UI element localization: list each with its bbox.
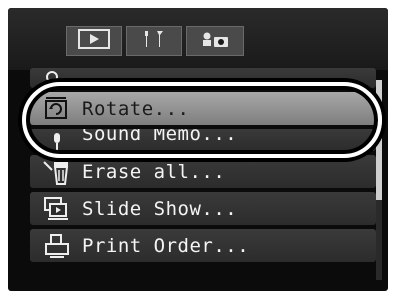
menu-item-slide-show[interactable]: Slide Show... (30, 192, 376, 225)
menu-item-label: Protect... (82, 76, 202, 88)
tab-play[interactable] (66, 26, 122, 56)
playback-menu-list: Protect... Rotate... Sound Memo... Erase… (30, 68, 376, 266)
tab-settings[interactable] (126, 26, 182, 56)
menu-item-label: Erase all... (82, 160, 226, 183)
menu-item-label: Slide Show... (82, 197, 238, 220)
menu-item-rotate[interactable]: Rotate... (30, 92, 376, 125)
rotate-icon (40, 94, 74, 124)
microphone-icon (40, 129, 74, 151)
menu-item-sound-memo[interactable]: Sound Memo... (30, 129, 376, 151)
menu-tab-bar (8, 8, 388, 70)
menu-scrollbar[interactable] (376, 80, 382, 280)
menu-item-erase-all[interactable]: Erase all... (30, 155, 376, 188)
slide-show-icon (40, 194, 74, 224)
tab-my-camera[interactable] (186, 26, 244, 56)
menu-item-protect[interactable]: Protect... (30, 68, 376, 88)
protect-key-icon (40, 68, 74, 88)
settings-wrench-icon (139, 28, 169, 54)
menu-item-label: Sound Memo... (82, 129, 238, 145)
print-order-icon (40, 231, 74, 261)
menu-item-label: Print Order... (82, 234, 250, 257)
my-camera-icon (198, 28, 232, 54)
menu-item-label: Rotate... (82, 97, 190, 120)
play-mode-icon (77, 28, 111, 54)
scrollbar-thumb[interactable] (376, 80, 382, 200)
menu-item-print-order[interactable]: Print Order... (30, 229, 376, 262)
camera-lcd-screen: Protect... Rotate... Sound Memo... Erase… (8, 8, 388, 291)
erase-all-trash-icon (40, 157, 74, 187)
